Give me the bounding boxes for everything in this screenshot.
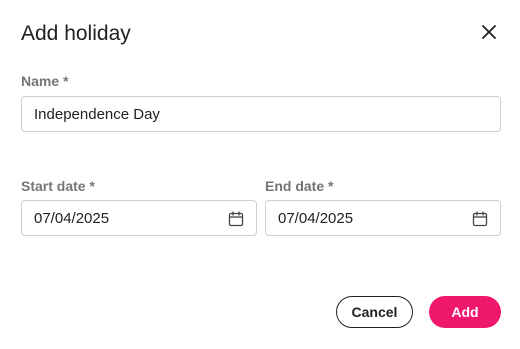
end-date-input[interactable] <box>278 209 488 227</box>
start-date-field[interactable] <box>21 200 257 236</box>
start-date-label: Start date * <box>21 178 95 194</box>
end-date-field[interactable] <box>265 200 501 236</box>
start-date-calendar-button[interactable] <box>228 211 244 227</box>
end-date-calendar-button[interactable] <box>472 211 488 227</box>
name-input[interactable] <box>34 105 488 123</box>
add-holiday-dialog: Add holiday Name * Start date * End date… <box>0 0 520 349</box>
cancel-button[interactable]: Cancel <box>336 296 413 328</box>
name-field[interactable] <box>21 96 501 132</box>
end-date-label: End date * <box>265 178 334 194</box>
calendar-icon[interactable] <box>472 211 488 227</box>
calendar-icon[interactable] <box>228 211 244 227</box>
dialog-title: Add holiday <box>21 22 131 45</box>
name-label: Name * <box>21 73 69 89</box>
close-icon[interactable] <box>482 25 496 39</box>
add-button[interactable]: Add <box>429 296 501 328</box>
close-button[interactable] <box>478 21 500 43</box>
start-date-input[interactable] <box>34 209 244 227</box>
